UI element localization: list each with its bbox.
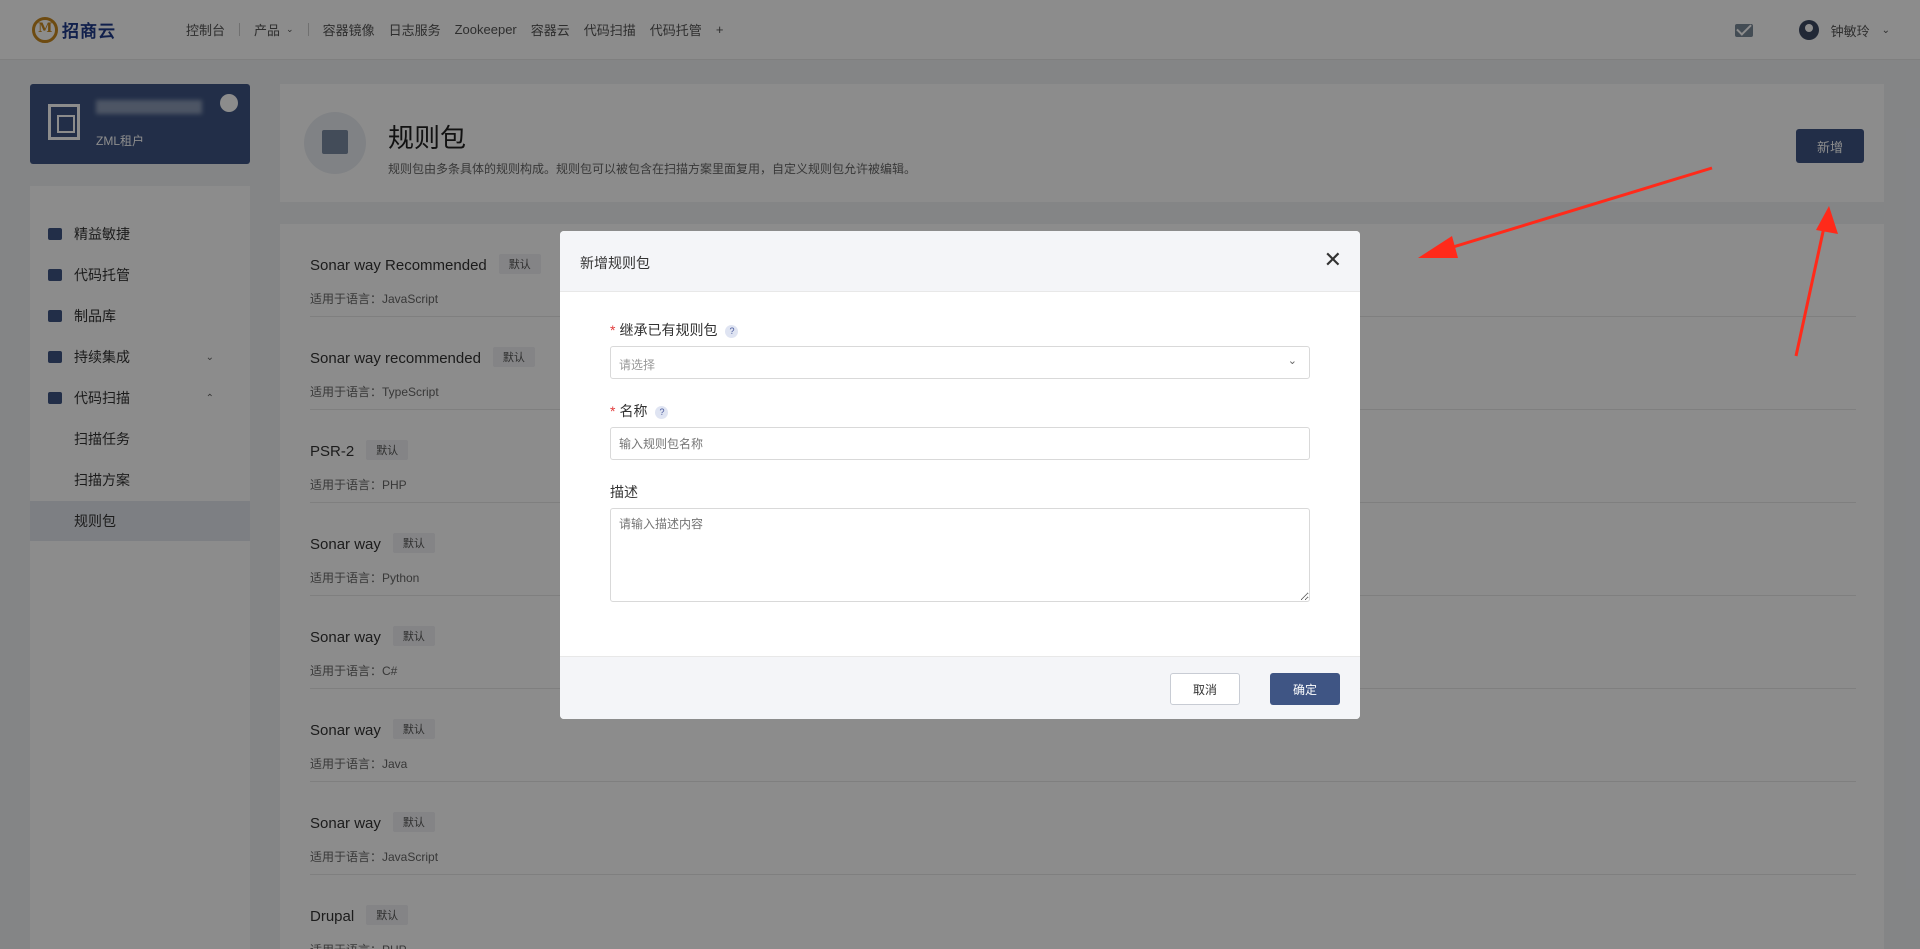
close-icon[interactable]: ✕: [1324, 248, 1342, 272]
inherit-field-label: * 继承已有规则包?: [610, 320, 739, 340]
help-icon[interactable]: ?: [655, 406, 669, 419]
inherit-select[interactable]: 请选择 ⌄: [610, 346, 1310, 379]
inherit-label-text: 继承已有规则包: [619, 322, 718, 338]
inherit-select-placeholder: 请选择: [619, 358, 656, 372]
description-textarea[interactable]: [610, 508, 1310, 602]
required-mark: *: [610, 322, 616, 338]
name-label-text: 名称: [619, 403, 648, 419]
dialog-header: 新增规则包 ✕: [560, 231, 1360, 292]
dialog-title: 新增规则包: [580, 255, 650, 271]
help-icon[interactable]: ?: [725, 325, 739, 338]
new-rule-package-dialog: 新增规则包 ✕ *继承已有规则包? 请选择 ⌄ *名称? 描述 取消 确定: [560, 231, 1360, 719]
required-mark: *: [610, 403, 616, 419]
dialog-footer: 取消 确定: [560, 656, 1360, 719]
desc-field-label: 描述: [610, 484, 638, 500]
cancel-button[interactable]: 取消: [1170, 673, 1240, 705]
confirm-button[interactable]: 确定: [1270, 673, 1340, 705]
chevron-down-icon: ⌄: [1287, 355, 1297, 367]
name-field-label: * 名称?: [610, 401, 669, 421]
name-input[interactable]: [610, 427, 1310, 460]
